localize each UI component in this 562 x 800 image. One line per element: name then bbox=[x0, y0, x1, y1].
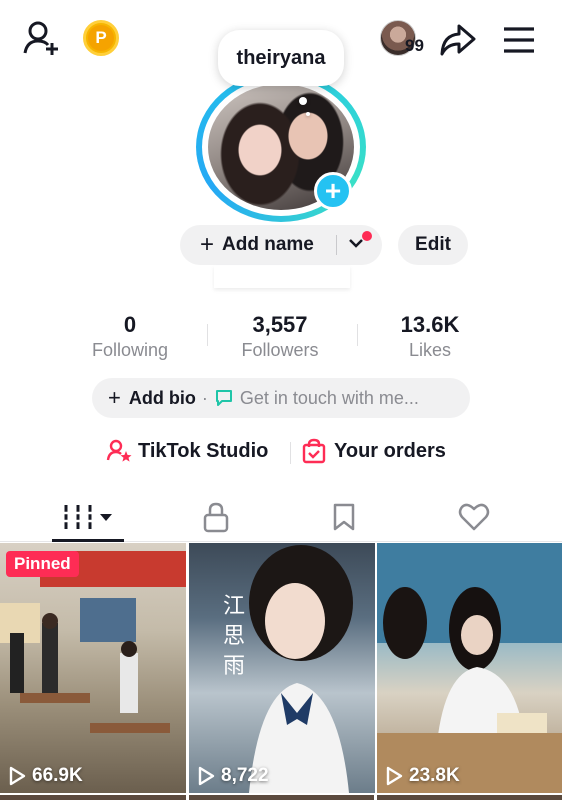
add-name-button[interactable]: + Add name bbox=[180, 225, 382, 265]
profile-stats: 0 Following 3,557 Followers 13.6K Likes bbox=[0, 312, 562, 368]
play-icon bbox=[198, 766, 215, 786]
active-tab-indicator bbox=[52, 539, 124, 542]
tab-saved[interactable] bbox=[274, 492, 414, 542]
portrait-image: 江 思 雨 bbox=[223, 545, 353, 793]
add-name-label: Add name bbox=[222, 234, 314, 255]
chat-bubble-icon bbox=[215, 390, 232, 406]
profile-avatar[interactable]: + bbox=[196, 72, 366, 222]
add-friend-icon[interactable] bbox=[20, 18, 62, 60]
friends-count-badge: 99 bbox=[405, 36, 424, 55]
tiktok-studio-link[interactable]: TikTok Studio bbox=[106, 438, 268, 464]
studio-icon bbox=[106, 439, 132, 462]
view-count: 66.9K bbox=[8, 765, 83, 787]
classroom-scene-image bbox=[0, 551, 186, 733]
get-in-touch-button[interactable]: Get in touch with me... bbox=[240, 388, 419, 409]
video-thumbnail[interactable]: Pinned 66.9K bbox=[0, 543, 186, 793]
svg-text:思: 思 bbox=[223, 624, 245, 649]
following-stat[interactable]: 0 Following bbox=[70, 312, 190, 362]
video-grid: Pinned 66.9K 江 思 雨 8,722 23.8K bbox=[0, 543, 562, 800]
video-thumbnail[interactable]: 23.8K bbox=[377, 543, 562, 793]
grid-icon bbox=[62, 505, 112, 529]
play-icon bbox=[9, 766, 26, 786]
svg-text:江: 江 bbox=[223, 594, 245, 619]
coin-icon[interactable]: P bbox=[83, 20, 119, 56]
pinned-badge: Pinned bbox=[6, 551, 79, 577]
tab-liked[interactable] bbox=[404, 492, 544, 542]
tab-private[interactable] bbox=[146, 492, 286, 542]
add-avatar-plus-icon[interactable]: + bbox=[314, 172, 352, 210]
menu-icon[interactable] bbox=[498, 20, 540, 60]
bio-pill: + Add bio · Get in touch with me... bbox=[92, 378, 470, 418]
plus-icon: + bbox=[200, 231, 215, 258]
tab-videos[interactable] bbox=[18, 492, 158, 542]
lock-icon bbox=[203, 502, 229, 533]
content-tabs bbox=[0, 492, 562, 542]
following-label: Following bbox=[91, 340, 169, 360]
svg-text:雨: 雨 bbox=[223, 654, 245, 679]
likes-stat[interactable]: 13.6K Likes bbox=[370, 312, 490, 362]
share-icon[interactable] bbox=[437, 20, 479, 60]
username-bubble: theiryana bbox=[218, 30, 344, 86]
your-orders-label: Your orders bbox=[334, 439, 446, 462]
add-bio-button[interactable]: Add bio bbox=[129, 388, 196, 409]
profile-links: TikTok Studio Your orders bbox=[0, 436, 562, 470]
likes-count: 13.6K bbox=[400, 312, 460, 337]
followers-label: Followers bbox=[241, 340, 319, 360]
tiktok-studio-label: TikTok Studio bbox=[138, 439, 269, 462]
redacted-handle bbox=[214, 266, 350, 288]
edit-profile-button[interactable]: Edit bbox=[398, 225, 468, 265]
followers-count: 3,557 bbox=[252, 312, 308, 337]
following-count: 0 bbox=[123, 312, 137, 337]
students-desk-image bbox=[377, 543, 562, 793]
heart-icon bbox=[458, 503, 490, 531]
shopping-bag-icon bbox=[302, 438, 326, 464]
bookmark-icon bbox=[333, 503, 355, 531]
notification-dot bbox=[362, 231, 372, 241]
view-count: 23.8K bbox=[385, 765, 460, 787]
view-count: 8,722 bbox=[197, 765, 269, 787]
plus-icon: + bbox=[108, 385, 121, 410]
followers-stat[interactable]: 3,557 Followers bbox=[220, 312, 340, 362]
likes-label: Likes bbox=[408, 340, 452, 360]
video-thumbnail[interactable]: 江 思 雨 8,722 bbox=[189, 543, 375, 793]
your-orders-link[interactable]: Your orders bbox=[302, 438, 446, 464]
play-icon bbox=[386, 766, 403, 786]
